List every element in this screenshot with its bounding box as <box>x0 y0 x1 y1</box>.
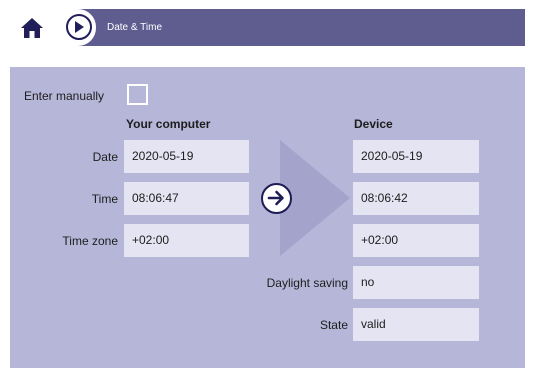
page-title: Date & Time <box>107 22 163 33</box>
device-heading: Device <box>354 117 393 131</box>
state-label: State <box>319 318 348 332</box>
date-time-screen: Date & Time Enter manually Your computer… <box>0 0 535 368</box>
computer-time-field: 08:06:47 <box>124 182 249 215</box>
play-button[interactable] <box>66 14 92 40</box>
arrow-right-circle-icon <box>267 190 284 206</box>
home-icon[interactable] <box>20 17 44 39</box>
daylight-saving-label: Daylight saving <box>266 276 348 290</box>
device-time-zone-field: +02:00 <box>353 224 479 257</box>
date-label: Date <box>92 150 118 164</box>
time-zone-label: Time zone <box>62 234 118 248</box>
device-time-field: 08:06:42 <box>353 182 479 215</box>
device-state-field: valid <box>353 308 479 341</box>
time-label: Time <box>91 192 118 206</box>
enter-manually-label: Enter manually <box>24 89 105 103</box>
computer-time-zone-field: +02:00 <box>124 224 249 257</box>
sync-time-button[interactable] <box>261 183 292 214</box>
header-bar: Date & Time <box>10 9 525 46</box>
device-date-field: 2020-05-19 <box>353 140 479 173</box>
device-daylight-saving-field: no <box>353 266 479 299</box>
computer-date-field: 2020-05-19 <box>124 140 249 173</box>
enter-manually-checkbox[interactable] <box>127 84 148 105</box>
home-tab <box>10 9 96 46</box>
your-computer-heading: Your computer <box>126 117 211 131</box>
play-icon <box>75 21 84 33</box>
